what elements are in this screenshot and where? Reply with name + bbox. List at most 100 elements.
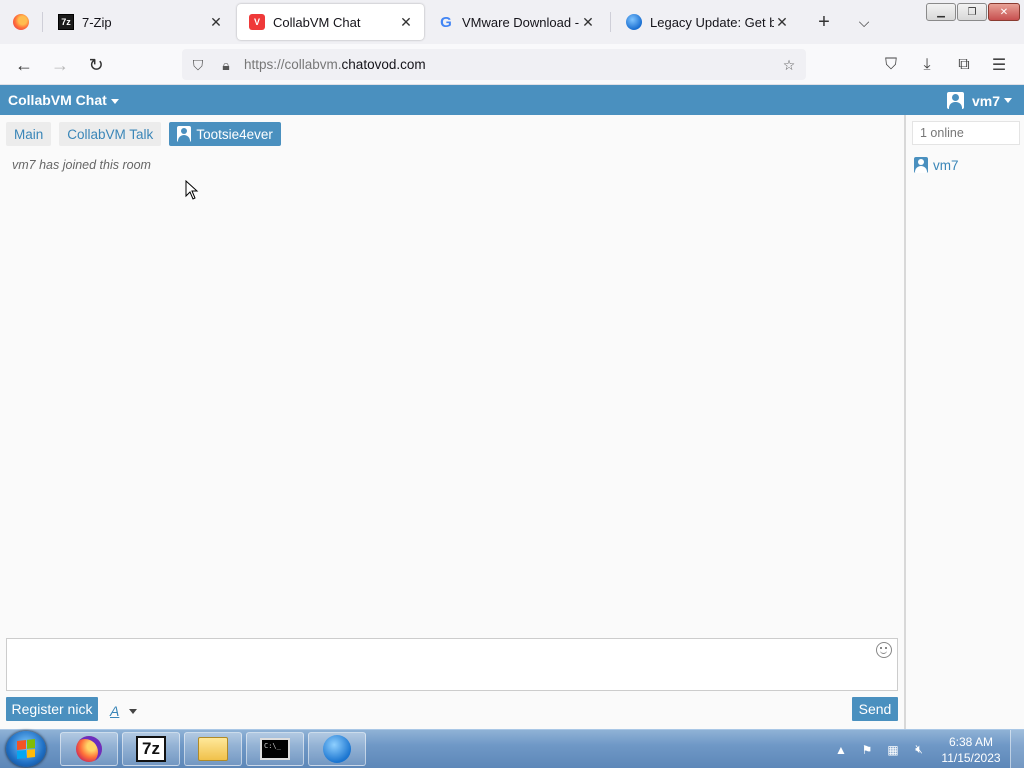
bookmark-star-icon[interactable]: ☆ xyxy=(779,55,799,75)
window-close-button[interactable]: ✕ xyxy=(988,3,1020,21)
arrow-left-icon: ← xyxy=(15,54,33,75)
caret-down-icon xyxy=(1004,98,1012,103)
download-icon[interactable]: ⤓ xyxy=(916,54,938,76)
brand-menu[interactable]: CollabVM Chat xyxy=(8,92,119,108)
new-tab-button[interactable]: + xyxy=(812,10,836,34)
7zip-icon: 7z xyxy=(58,14,74,30)
shield-icon[interactable]: ⛉ xyxy=(188,55,208,75)
firefox-menu-button[interactable] xyxy=(0,0,42,44)
firefox-icon xyxy=(76,736,102,762)
tab-title: VMware Download - Goo xyxy=(462,14,580,30)
chat-pane: Main CollabVM Talk Tootsie4ever vm7 has … xyxy=(0,115,904,729)
close-icon[interactable]: ✕ xyxy=(774,14,790,30)
tab-strip: 7z 7-Zip ✕ V CollabVM Chat ✕ G VMware Do… xyxy=(0,0,1024,44)
tab-title: CollabVM Chat xyxy=(273,14,361,30)
taskbar-7zip[interactable]: 7z xyxy=(122,732,180,766)
lock-icon[interactable]: 🔒︎ xyxy=(216,55,236,75)
list-all-tabs-button[interactable]: ⌵ xyxy=(852,10,876,34)
mouse-cursor-icon xyxy=(185,180,199,200)
taskbar-firefox[interactable] xyxy=(60,732,118,766)
user-list-pane: 1 online vm7 xyxy=(904,115,1024,729)
user-menu[interactable]: vm7 xyxy=(946,92,1012,109)
legacy-update-icon xyxy=(323,735,351,763)
taskbar: 7z C:\_ ▲ ⚑ ▦ 🔇︎ 6:38 AM 11/15/2023 xyxy=(0,729,1024,768)
brand-title: CollabVM Chat xyxy=(8,92,107,108)
close-icon: ✕ xyxy=(999,6,1009,18)
register-nick-button[interactable]: Register nick xyxy=(6,697,98,721)
url-domain: chatovod.com xyxy=(341,57,426,72)
action-center-flag-icon[interactable]: ⚑ xyxy=(859,742,875,758)
extensions-icon[interactable]: ⧉ xyxy=(953,54,975,76)
smiley-icon[interactable] xyxy=(876,642,892,658)
show-hidden-icons-icon[interactable]: ▲ xyxy=(833,742,849,758)
tab-legacy-update[interactable]: Legacy Update: Get back ✕ xyxy=(614,4,800,40)
clock[interactable]: 6:38 AM 11/15/2023 xyxy=(938,734,1004,766)
caret-down-icon xyxy=(110,98,119,104)
show-desktop-button[interactable] xyxy=(1010,730,1024,768)
explorer-icon xyxy=(198,737,228,761)
legacy-update-icon xyxy=(626,14,642,30)
tab-separator xyxy=(610,12,611,32)
arrow-right-icon: → xyxy=(51,54,69,75)
restore-icon: ❐ xyxy=(967,6,977,18)
tab-title: 7-Zip xyxy=(82,14,112,30)
reload-button[interactable]: ↻ xyxy=(82,52,110,78)
room-tab-label: CollabVM Talk xyxy=(67,126,154,142)
cmd-icon: C:\_ xyxy=(260,738,290,760)
close-icon[interactable]: ✕ xyxy=(398,14,414,30)
send-button[interactable]: Send xyxy=(852,697,898,721)
user-icon xyxy=(946,92,964,109)
chevron-down-icon: ⌵ xyxy=(858,13,870,30)
vivaldi-icon: V xyxy=(249,14,265,30)
username: vm7 xyxy=(971,92,1000,109)
caret-down-icon xyxy=(129,708,138,714)
user-list-name: vm7 xyxy=(933,157,959,173)
start-button[interactable] xyxy=(6,731,46,767)
google-icon: G xyxy=(440,13,452,31)
volume-muted-icon[interactable]: 🔇︎ xyxy=(911,742,927,758)
minimize-button[interactable]: ▁ xyxy=(926,3,956,21)
font-style-label: A xyxy=(110,703,120,719)
message-input[interactable] xyxy=(6,638,898,691)
address-bar[interactable]: ⛉ 🔒︎ https://collabvm.chatovod.com ☆ xyxy=(182,49,806,80)
back-button[interactable]: ← xyxy=(10,52,38,78)
user-list-item[interactable]: vm7 xyxy=(914,157,959,173)
close-icon[interactable]: ✕ xyxy=(208,14,224,30)
room-tab-tootsie4ever[interactable]: Tootsie4ever xyxy=(169,122,281,146)
user-icon xyxy=(177,126,192,142)
url-prefix: https://collabvm. xyxy=(244,57,342,72)
font-style-dropdown[interactable]: A xyxy=(110,703,138,719)
online-count: 1 online xyxy=(912,121,1020,145)
taskbar-explorer[interactable] xyxy=(184,732,242,766)
windows-logo-icon xyxy=(17,739,35,759)
tab-title: Legacy Update: Get back xyxy=(650,14,774,30)
user-icon xyxy=(914,157,928,173)
restore-button[interactable]: ❐ xyxy=(957,3,987,21)
taskbar-legacy-update[interactable] xyxy=(308,732,366,766)
tab-7zip[interactable]: 7z 7-Zip ✕ xyxy=(46,4,234,40)
clock-time: 6:38 AM xyxy=(948,734,994,749)
reload-icon: ↻ xyxy=(88,54,104,75)
room-tab-main[interactable]: Main xyxy=(6,122,52,146)
tab-vmware-download[interactable]: G VMware Download - Goo ✕ xyxy=(426,4,606,40)
room-tab-collabvm-talk[interactable]: CollabVM Talk xyxy=(59,122,162,146)
minimize-icon: ▁ xyxy=(937,6,945,18)
pocket-icon[interactable]: ⛉ xyxy=(880,54,902,76)
system-tray: ▲ ⚑ ▦ 🔇︎ 6:38 AM 11/15/2023 xyxy=(828,730,1024,768)
tab-collabvm-chat[interactable]: V CollabVM Chat ✕ xyxy=(237,4,424,40)
firefox-icon xyxy=(13,14,29,30)
room-tab-label: Tootsie4ever xyxy=(196,126,273,142)
chat-app: CollabVM Chat vm7 Main CollabVM Talk Too… xyxy=(0,85,1024,729)
room-tab-label: Main xyxy=(14,126,44,142)
close-icon[interactable]: ✕ xyxy=(580,14,596,30)
taskbar-cmd[interactable]: C:\_ xyxy=(246,732,304,766)
url-text[interactable]: https://collabvm.chatovod.com xyxy=(244,57,426,72)
forward-button[interactable]: → xyxy=(46,52,74,78)
room-tabs: Main CollabVM Talk Tootsie4ever xyxy=(6,122,289,146)
system-message: vm7 has joined this room xyxy=(12,158,151,172)
network-icon[interactable]: ▦ xyxy=(885,742,901,758)
tab-separator xyxy=(42,12,43,32)
clock-date: 11/15/2023 xyxy=(941,750,1001,765)
hamburger-menu-icon[interactable]: ☰ xyxy=(988,54,1010,76)
7zip-icon: 7z xyxy=(136,736,166,762)
